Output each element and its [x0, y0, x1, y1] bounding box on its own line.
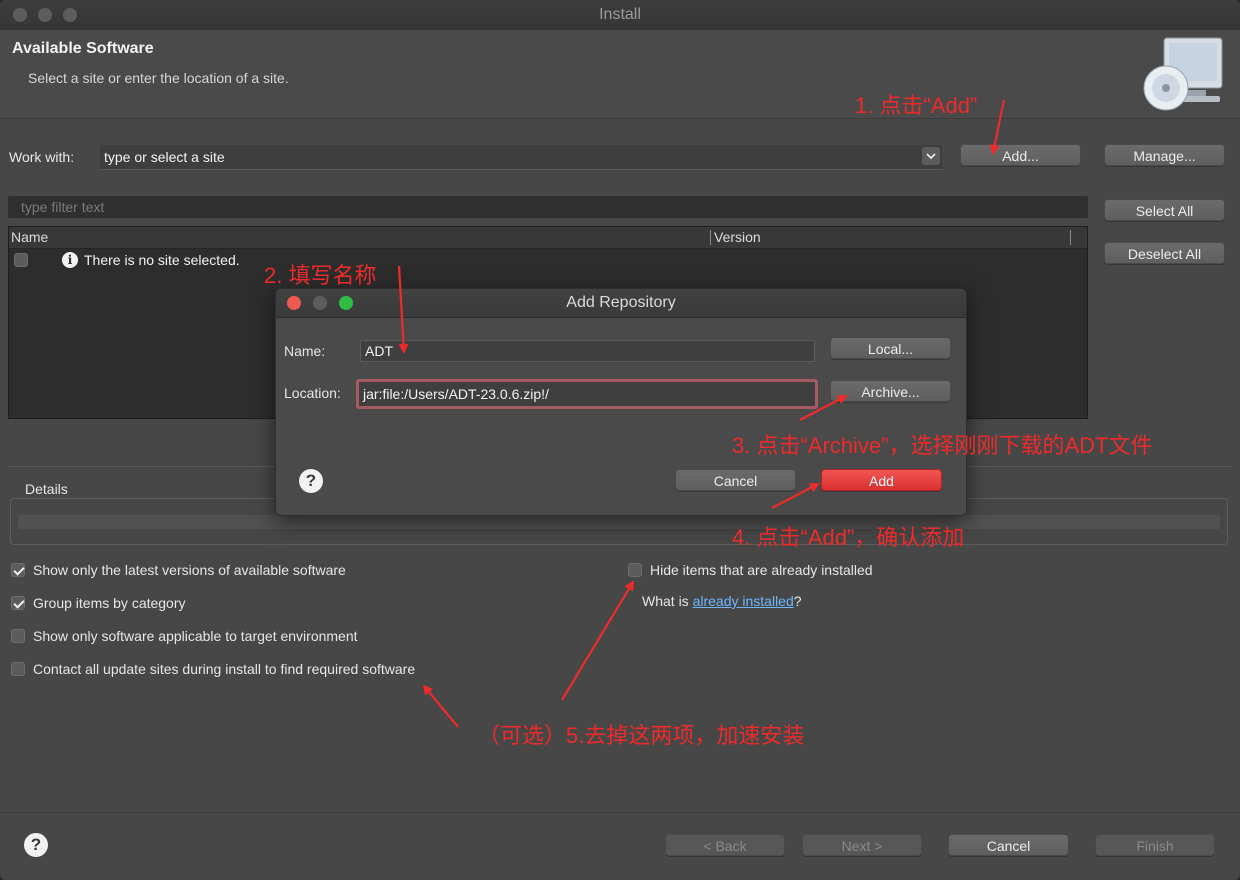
- tree-header: Name Version: [9, 227, 1087, 249]
- contact-all-sites-label: Contact all update sites during install …: [33, 661, 416, 677]
- install-window: Install Available Software Select a site…: [0, 0, 1240, 880]
- info-icon: i: [62, 252, 78, 268]
- add-repository-dialog: Add Repository Name: ADT Local... Locati…: [275, 288, 967, 516]
- annotation-step-4: 4. 点击“Add”，确认添加: [732, 525, 965, 550]
- what-is-prefix: What is: [642, 593, 689, 609]
- archive-button[interactable]: Archive...: [830, 380, 951, 402]
- what-is-installed-text: What is already installed?: [642, 593, 802, 609]
- already-installed-link[interactable]: already installed: [693, 593, 794, 609]
- back-button[interactable]: < Back: [665, 834, 785, 856]
- latest-versions-checkbox[interactable]: [11, 563, 25, 577]
- dialog-add-button[interactable]: Add: [821, 469, 942, 491]
- table-row: There is no site selected.: [84, 252, 240, 268]
- name-field[interactable]: ADT: [360, 340, 815, 362]
- dialog-titlebar: Add Repository: [276, 289, 966, 318]
- table-row-checkbox[interactable]: [14, 253, 28, 267]
- column-version[interactable]: Version: [714, 229, 761, 245]
- page-subtitle: Select a site or enter the location of a…: [28, 70, 289, 86]
- install-wizard-icon: [1143, 37, 1223, 111]
- details-content: [18, 515, 1220, 529]
- annotation-step-3: 3. 点击“Archive”，选择刚刚下载的ADT文件: [732, 433, 1153, 458]
- work-with-combo[interactable]: type or select a site: [100, 145, 942, 170]
- cancel-button[interactable]: Cancel: [948, 834, 1069, 856]
- hide-installed-label: Hide items that are already installed: [650, 562, 873, 578]
- annotation-step-5: （可选）5.去掉这两项，加速安装: [478, 723, 805, 748]
- group-by-category-checkbox[interactable]: [11, 596, 25, 610]
- window-titlebar: Install: [0, 0, 1240, 31]
- location-field-value: jar:file:/Users/ADT-23.0.6.zip!/: [363, 386, 549, 402]
- select-all-button[interactable]: Select All: [1104, 199, 1225, 221]
- page-title: Available Software: [12, 40, 154, 57]
- finish-button[interactable]: Finish: [1095, 834, 1215, 856]
- applicable-only-label: Show only software applicable to target …: [33, 628, 358, 644]
- column-name[interactable]: Name: [11, 229, 48, 245]
- location-label: Location:: [284, 385, 341, 401]
- next-button[interactable]: Next >: [802, 834, 922, 856]
- latest-versions-label: Show only the latest versions of availab…: [33, 562, 346, 578]
- what-is-suffix: ?: [793, 593, 802, 609]
- contact-all-sites-checkbox[interactable]: [11, 662, 25, 676]
- column-divider: [1070, 230, 1071, 245]
- details-label: Details: [25, 481, 68, 497]
- name-label: Name:: [284, 343, 326, 359]
- work-with-label: Work with:: [9, 149, 75, 165]
- footer-divider: [0, 812, 1240, 813]
- annotation-step-2: 2. 填写名称: [264, 263, 377, 288]
- arrow-to-contact-sites: [422, 684, 459, 728]
- dialog-title: Add Repository: [566, 294, 676, 311]
- arrow-to-hide-installed: [561, 580, 635, 701]
- window-title: Install: [599, 6, 641, 23]
- deselect-all-button[interactable]: Deselect All: [1104, 242, 1225, 264]
- dialog-cancel-button[interactable]: Cancel: [675, 469, 796, 491]
- work-with-value: type or select a site: [104, 149, 225, 165]
- filter-input[interactable]: type filter text: [8, 196, 1088, 218]
- location-field[interactable]: jar:file:/Users/ADT-23.0.6.zip!/: [356, 379, 818, 409]
- column-divider: [710, 230, 711, 245]
- hide-installed-checkbox[interactable]: [628, 563, 642, 577]
- name-field-value: ADT: [365, 343, 393, 359]
- manage-button[interactable]: Manage...: [1104, 144, 1225, 166]
- dialog-help-icon[interactable]: ?: [299, 469, 323, 493]
- filter-placeholder: type filter text: [21, 199, 105, 215]
- annotation-step-1: 1. 点击“Add”: [855, 93, 978, 118]
- add-site-button[interactable]: Add...: [960, 144, 1081, 166]
- chevron-down-icon[interactable]: [922, 147, 940, 165]
- wizard-header: Available Software Select a site or ente…: [0, 30, 1240, 119]
- help-icon[interactable]: ?: [24, 833, 48, 857]
- group-by-category-label: Group items by category: [33, 595, 186, 611]
- applicable-only-checkbox[interactable]: [11, 629, 25, 643]
- local-button[interactable]: Local...: [830, 337, 951, 359]
